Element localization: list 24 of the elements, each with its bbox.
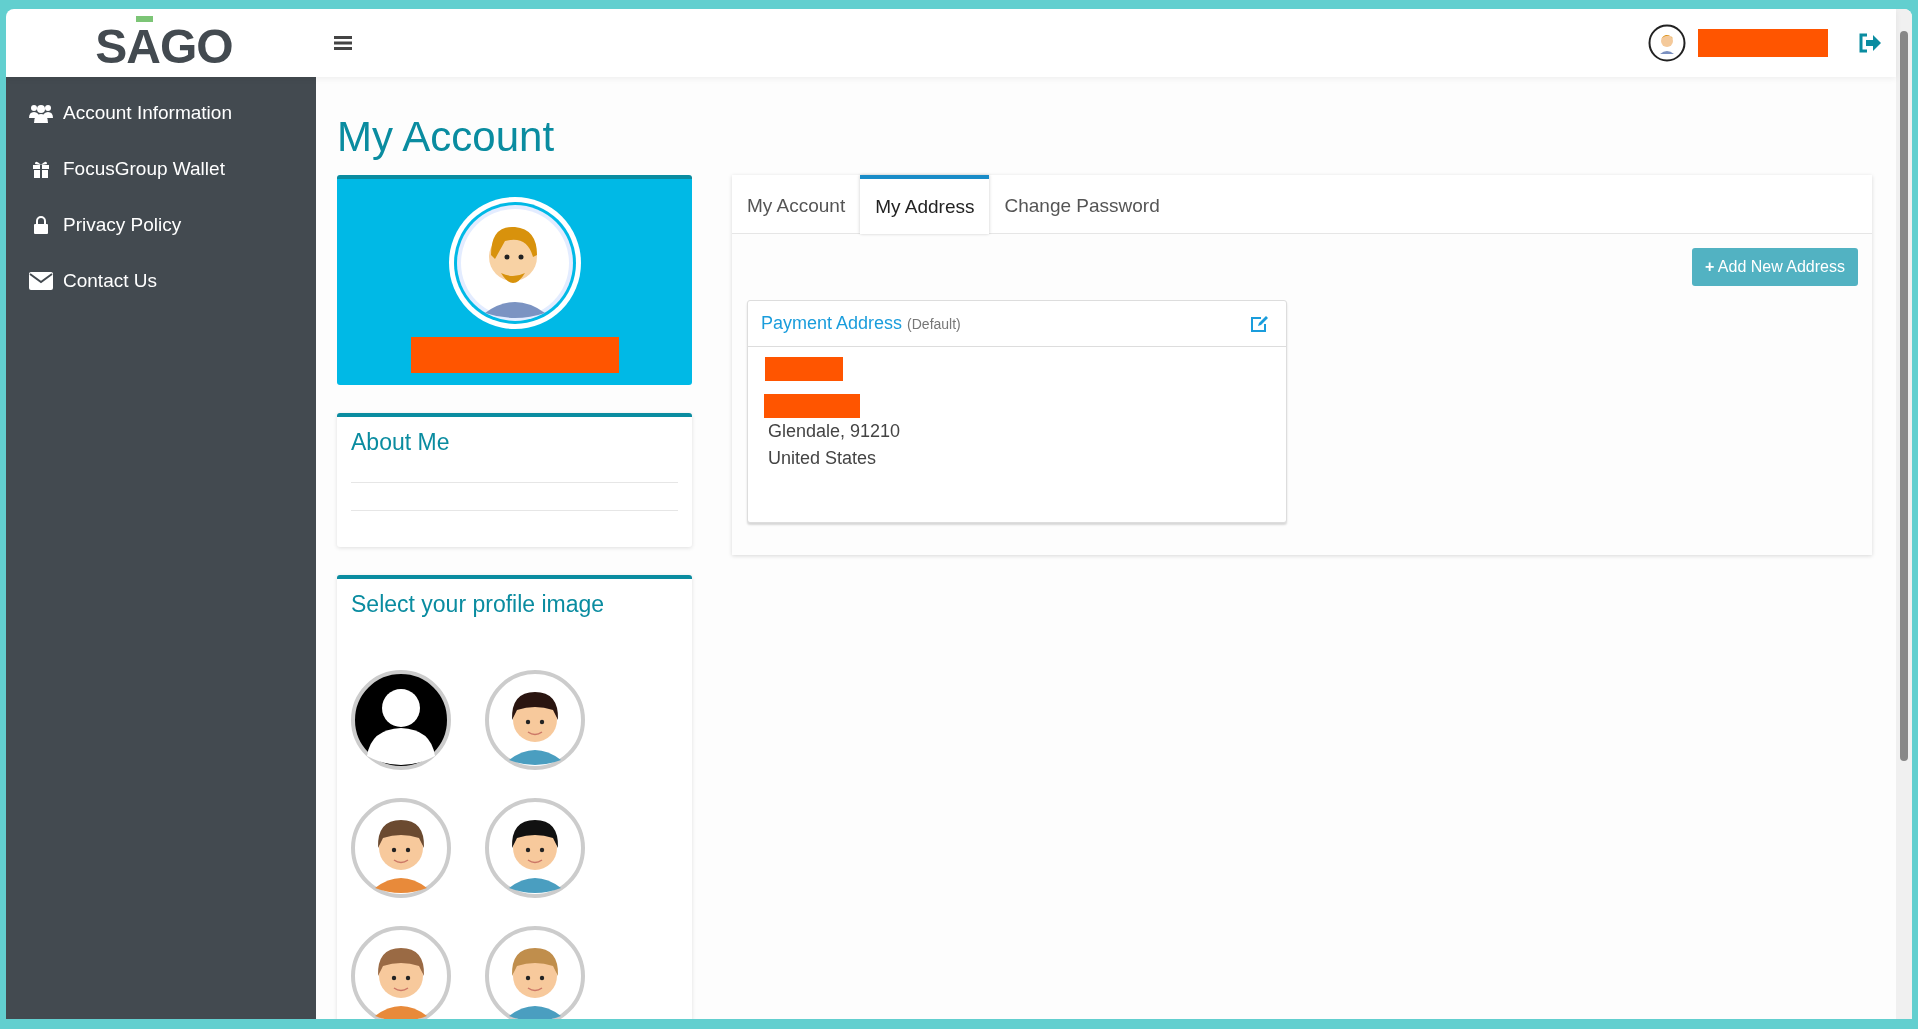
logout-icon[interactable] xyxy=(1858,32,1882,54)
logo: SAGO xyxy=(95,16,233,70)
avatar-icon xyxy=(446,195,583,331)
sidebar-item[interactable]: FocusGroup Wallet xyxy=(6,141,316,197)
envelope-icon xyxy=(29,272,53,290)
person-silhouette-icon[interactable] xyxy=(351,670,451,770)
sidebar-item[interactable]: Account Information xyxy=(6,85,316,141)
sidebar-item[interactable]: Privacy Policy xyxy=(6,197,316,253)
page-title: My Account xyxy=(337,113,556,161)
card-title: About Me xyxy=(351,429,451,456)
address-line: Glendale, 91210 xyxy=(768,420,902,443)
edit-icon[interactable] xyxy=(1250,315,1268,332)
default-label: (Default) xyxy=(907,315,961,332)
tab[interactable]: My Account xyxy=(732,175,861,233)
tab[interactable]: Change Password xyxy=(989,175,1175,233)
sidebar-item[interactable]: Contact Us xyxy=(6,253,316,309)
users-icon xyxy=(29,103,53,123)
card-title: Select your profile image xyxy=(351,591,606,618)
tab[interactable]: My Address xyxy=(860,175,990,234)
menu-icon[interactable] xyxy=(334,35,352,51)
scrollbar[interactable] xyxy=(1896,9,1912,1019)
address-line: United States xyxy=(768,447,878,470)
avatar-icon[interactable] xyxy=(1648,24,1686,62)
address-title: Payment Address xyxy=(761,313,903,334)
